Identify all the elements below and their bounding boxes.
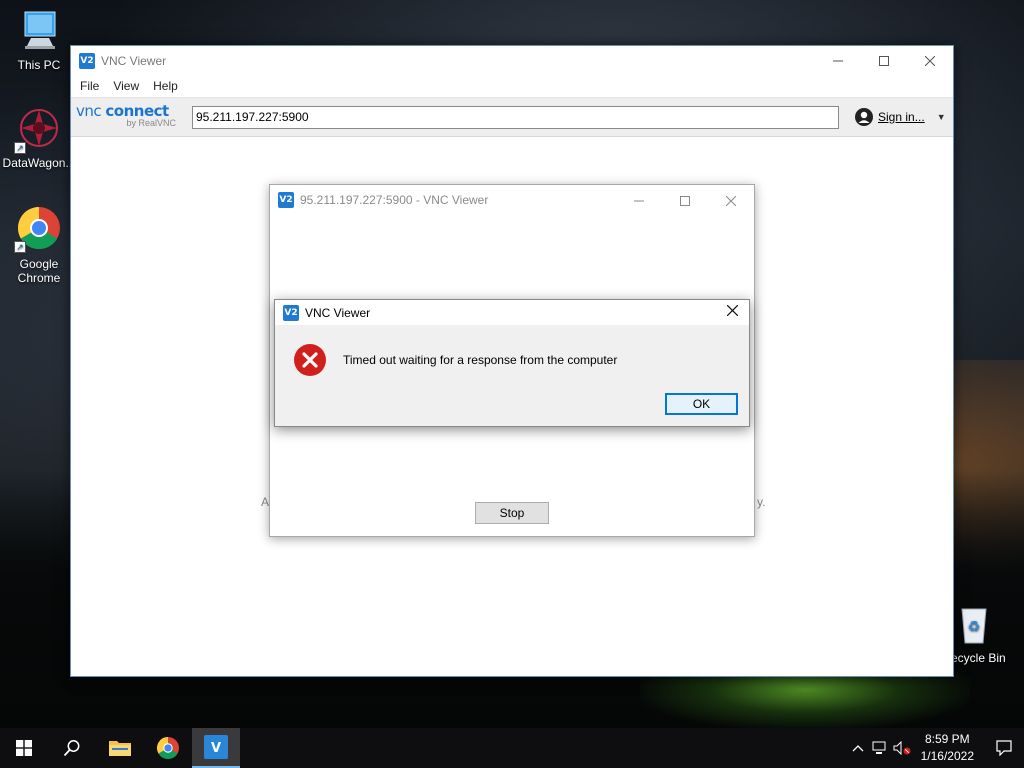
desktop-icon-datawagon[interactable]: ↗ DataWagon... xyxy=(0,106,78,170)
desktop-icon-google-chrome[interactable]: ↗ Google Chrome xyxy=(0,205,78,285)
maximize-icon xyxy=(879,55,889,66)
dialog-title: VNC Viewer xyxy=(305,305,371,320)
background-text-fragment: y. xyxy=(757,495,766,509)
vnc-connect-logo: vnc connect by RealVNC xyxy=(76,102,190,129)
window-controls xyxy=(715,298,749,327)
menu-bar: File View Help xyxy=(71,75,953,97)
minimize-icon xyxy=(634,200,644,201)
stop-button[interactable]: Stop xyxy=(475,502,549,524)
volume-muted-icon[interactable] xyxy=(891,741,913,755)
search-button[interactable] xyxy=(48,728,96,768)
shortcut-arrow-icon: ↗ xyxy=(14,142,26,154)
taskbar: V 8:59 PM 1/16/2022 xyxy=(0,728,1024,768)
chevron-up-icon[interactable] xyxy=(847,744,869,752)
chrome-icon xyxy=(157,737,179,759)
maximize-icon xyxy=(680,195,690,206)
vnc-viewer-icon: V xyxy=(204,735,228,759)
action-center-button[interactable] xyxy=(984,740,1024,756)
vnc-app-icon: V2 xyxy=(283,304,299,321)
logo-text-vnc: vnc xyxy=(76,102,106,120)
close-icon xyxy=(726,305,738,316)
clock-date: 1/16/2022 xyxy=(920,749,974,763)
taskbar-vnc-viewer[interactable]: V xyxy=(192,728,240,768)
minimize-icon xyxy=(833,60,843,61)
menu-help[interactable]: Help xyxy=(146,79,185,93)
user-icon xyxy=(855,108,873,126)
title-bar[interactable]: V2 VNC Viewer xyxy=(275,300,749,325)
menu-file[interactable]: File xyxy=(73,79,106,93)
taskbar-chrome[interactable] xyxy=(144,728,192,768)
window-title: VNC Viewer xyxy=(101,53,167,68)
system-tray: 8:59 PM 1/16/2022 xyxy=(847,728,1024,768)
computer-icon xyxy=(24,11,56,49)
desktop-icon-label: This PC xyxy=(17,58,61,72)
toolbar: vnc connect by RealVNC Sign in... ▼ xyxy=(71,97,953,137)
svg-text:V: V xyxy=(211,741,221,756)
minimize-button[interactable] xyxy=(815,46,861,75)
vnc-app-icon: V2 xyxy=(278,192,294,208)
close-button[interactable] xyxy=(907,46,953,75)
chevron-down-icon[interactable]: ▼ xyxy=(937,112,946,122)
folder-icon xyxy=(109,741,131,756)
network-icon[interactable] xyxy=(869,741,891,755)
vnc-app-icon: V2 xyxy=(79,52,95,69)
clock[interactable]: 8:59 PM 1/16/2022 xyxy=(913,731,984,765)
window-controls xyxy=(815,46,953,75)
svg-text:♻: ♻ xyxy=(968,618,981,634)
error-dialog: V2 VNC Viewer Timed out waiting for a re… xyxy=(274,299,750,427)
error-message: Timed out waiting for a response from th… xyxy=(343,353,618,367)
shortcut-arrow-icon: ↗ xyxy=(14,241,26,253)
desktop-icon-this-pc[interactable]: This PC xyxy=(0,8,78,72)
close-button[interactable] xyxy=(708,186,754,216)
dialog-body: Timed out waiting for a response from th… xyxy=(275,325,749,377)
error-icon xyxy=(294,344,326,376)
vnc-server-address-input[interactable] xyxy=(192,105,839,129)
window-title: 95.211.197.227:5900 - VNC Viewer xyxy=(300,193,489,207)
close-button[interactable] xyxy=(715,298,749,323)
minimize-button[interactable] xyxy=(616,186,662,216)
close-icon xyxy=(726,195,736,206)
sign-in-label: Sign in... xyxy=(878,110,925,124)
windows-logo-icon xyxy=(16,740,32,756)
recycle-bin-icon: ♻ xyxy=(961,608,987,644)
sign-in-button[interactable]: Sign in... ▼ xyxy=(855,108,946,126)
maximize-button[interactable] xyxy=(662,186,708,216)
menu-view[interactable]: View xyxy=(106,79,146,93)
maximize-button[interactable] xyxy=(861,46,907,75)
taskbar-file-explorer[interactable] xyxy=(96,728,144,768)
close-icon xyxy=(925,55,935,66)
title-bar[interactable]: V2 95.211.197.227:5900 - VNC Viewer xyxy=(270,185,754,215)
window-controls xyxy=(616,186,754,215)
clock-time: 8:59 PM xyxy=(924,732,970,746)
notification-icon xyxy=(996,740,1012,756)
title-bar[interactable]: V2 VNC Viewer xyxy=(71,46,953,75)
desktop-icon-label: Google Chrome xyxy=(17,257,61,285)
desktop-icon-label: DataWagon... xyxy=(2,156,76,170)
search-icon xyxy=(63,740,80,757)
start-button[interactable] xyxy=(0,728,48,768)
ok-button[interactable]: OK xyxy=(665,393,738,415)
